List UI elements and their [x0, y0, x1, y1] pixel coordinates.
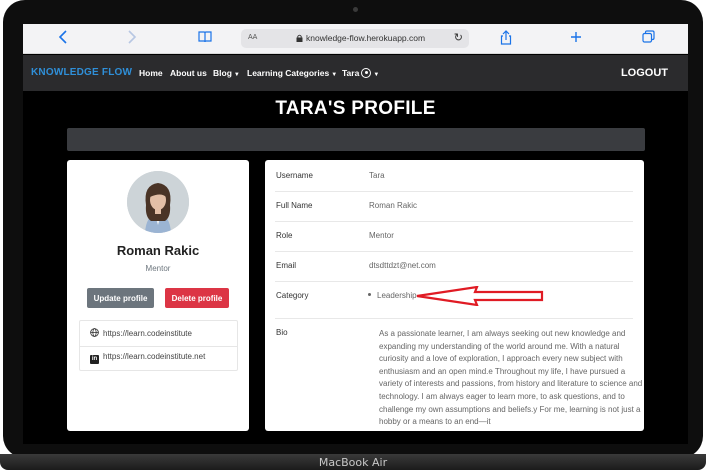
nav-user-menu[interactable]: Tara ▼: [342, 68, 379, 78]
new-tab-plus-icon[interactable]: [567, 30, 585, 48]
nav-home[interactable]: Home: [139, 68, 163, 78]
nav-blog[interactable]: Blog ▼: [213, 68, 240, 78]
delete-profile-button[interactable]: Delete profile: [165, 288, 229, 308]
category-label: Category: [276, 291, 309, 300]
update-profile-button[interactable]: Update profile: [87, 288, 154, 308]
full-name-value: Roman Rakic: [369, 201, 418, 210]
tabs-overview-icon[interactable]: [639, 30, 657, 48]
username-label: Username: [276, 171, 313, 180]
bio-text: As a passionate learner, I am always see…: [379, 329, 643, 427]
site-navbar: KNOWLEDGE FLOW Home About us Blog ▼ Learn…: [23, 55, 688, 91]
category-list-item: Leadership: [368, 291, 417, 300]
brand-logo[interactable]: KNOWLEDGE FLOW: [31, 67, 132, 78]
linkedin-link-text: https://learn.codeinstitute.net: [103, 352, 206, 361]
user-circle-icon: [361, 68, 372, 78]
screen: AA knowledge-flow.herokuapp.com ↻ KNOWLE…: [23, 24, 688, 444]
title-divider-bar: [67, 128, 645, 151]
chevron-down-icon: ▼: [373, 72, 380, 78]
camera: [353, 7, 358, 12]
lock-icon: [296, 34, 303, 42]
globe-icon: [90, 328, 99, 337]
website-link-text: https://learn.codeinstitute: [103, 329, 192, 338]
reader-book-icon[interactable]: [196, 30, 214, 48]
link-divider: [80, 346, 237, 347]
website-link[interactable]: https://learn.codeinstitute: [90, 328, 192, 338]
annotation-arrow-icon: [416, 286, 544, 306]
forward-icon[interactable]: [123, 30, 141, 48]
bullet: [368, 293, 371, 296]
role-value: Mentor: [369, 231, 394, 240]
share-icon[interactable]: [497, 30, 515, 48]
detail-row-full-name: Full Name Roman Rakic: [275, 201, 633, 222]
chevron-down-icon: ▼: [233, 72, 240, 78]
nav-learning-categories-label: Learning Categories: [247, 68, 330, 78]
detail-row-email: Email dtsdttdzt@net.com: [275, 261, 633, 282]
device-label: MacBook Air: [318, 456, 388, 469]
logout-link[interactable]: LOGOUT: [621, 67, 668, 79]
email-value: dtsdttdzt@net.com: [369, 261, 436, 270]
reload-icon[interactable]: ↻: [454, 31, 463, 44]
role-label: Role: [276, 231, 293, 240]
linkedin-icon: in: [90, 355, 99, 364]
avatar: [127, 171, 189, 233]
nav-blog-label: Blog: [213, 68, 232, 78]
linkedin-link[interactable]: in https://learn.codeinstitute.net: [90, 352, 205, 364]
profile-role: Mentor: [145, 264, 171, 273]
laptop-frame: AA knowledge-flow.herokuapp.com ↻ KNOWLE…: [3, 0, 703, 458]
chevron-down-icon: ▼: [331, 72, 338, 78]
back-icon[interactable]: [54, 30, 72, 48]
full-name-label: Full Name: [276, 201, 313, 210]
page-title: TARA'S PROFILE: [275, 98, 436, 119]
text-size-button[interactable]: AA: [248, 34, 257, 41]
bio-label: Bio: [276, 328, 288, 337]
detail-row-username: Username Tara: [275, 171, 633, 192]
profile-card: Roman Rakic Mentor Update profile Delete…: [67, 160, 249, 431]
address-bar[interactable]: AA knowledge-flow.herokuapp.com ↻: [241, 29, 469, 48]
username-value: Tara: [369, 171, 385, 180]
nav-user-label: Tara: [342, 68, 360, 78]
detail-row-role: Role Mentor: [275, 231, 633, 252]
nav-about-us[interactable]: About us: [170, 68, 207, 78]
category-value: Leadership: [377, 291, 417, 300]
url-text: knowledge-flow.herokuapp.com: [306, 33, 426, 43]
social-links: https://learn.codeinstitute in https://le…: [79, 320, 238, 371]
laptop-base: MacBook Air: [0, 454, 706, 470]
detail-row-bio: Bio As a passionate learner, I am always…: [275, 328, 642, 431]
browser-toolbar: AA knowledge-flow.herokuapp.com ↻: [23, 24, 688, 54]
email-label: Email: [276, 261, 297, 270]
nav-learning-categories[interactable]: Learning Categories ▼: [247, 68, 337, 78]
profile-name: Roman Rakic: [116, 243, 200, 258]
